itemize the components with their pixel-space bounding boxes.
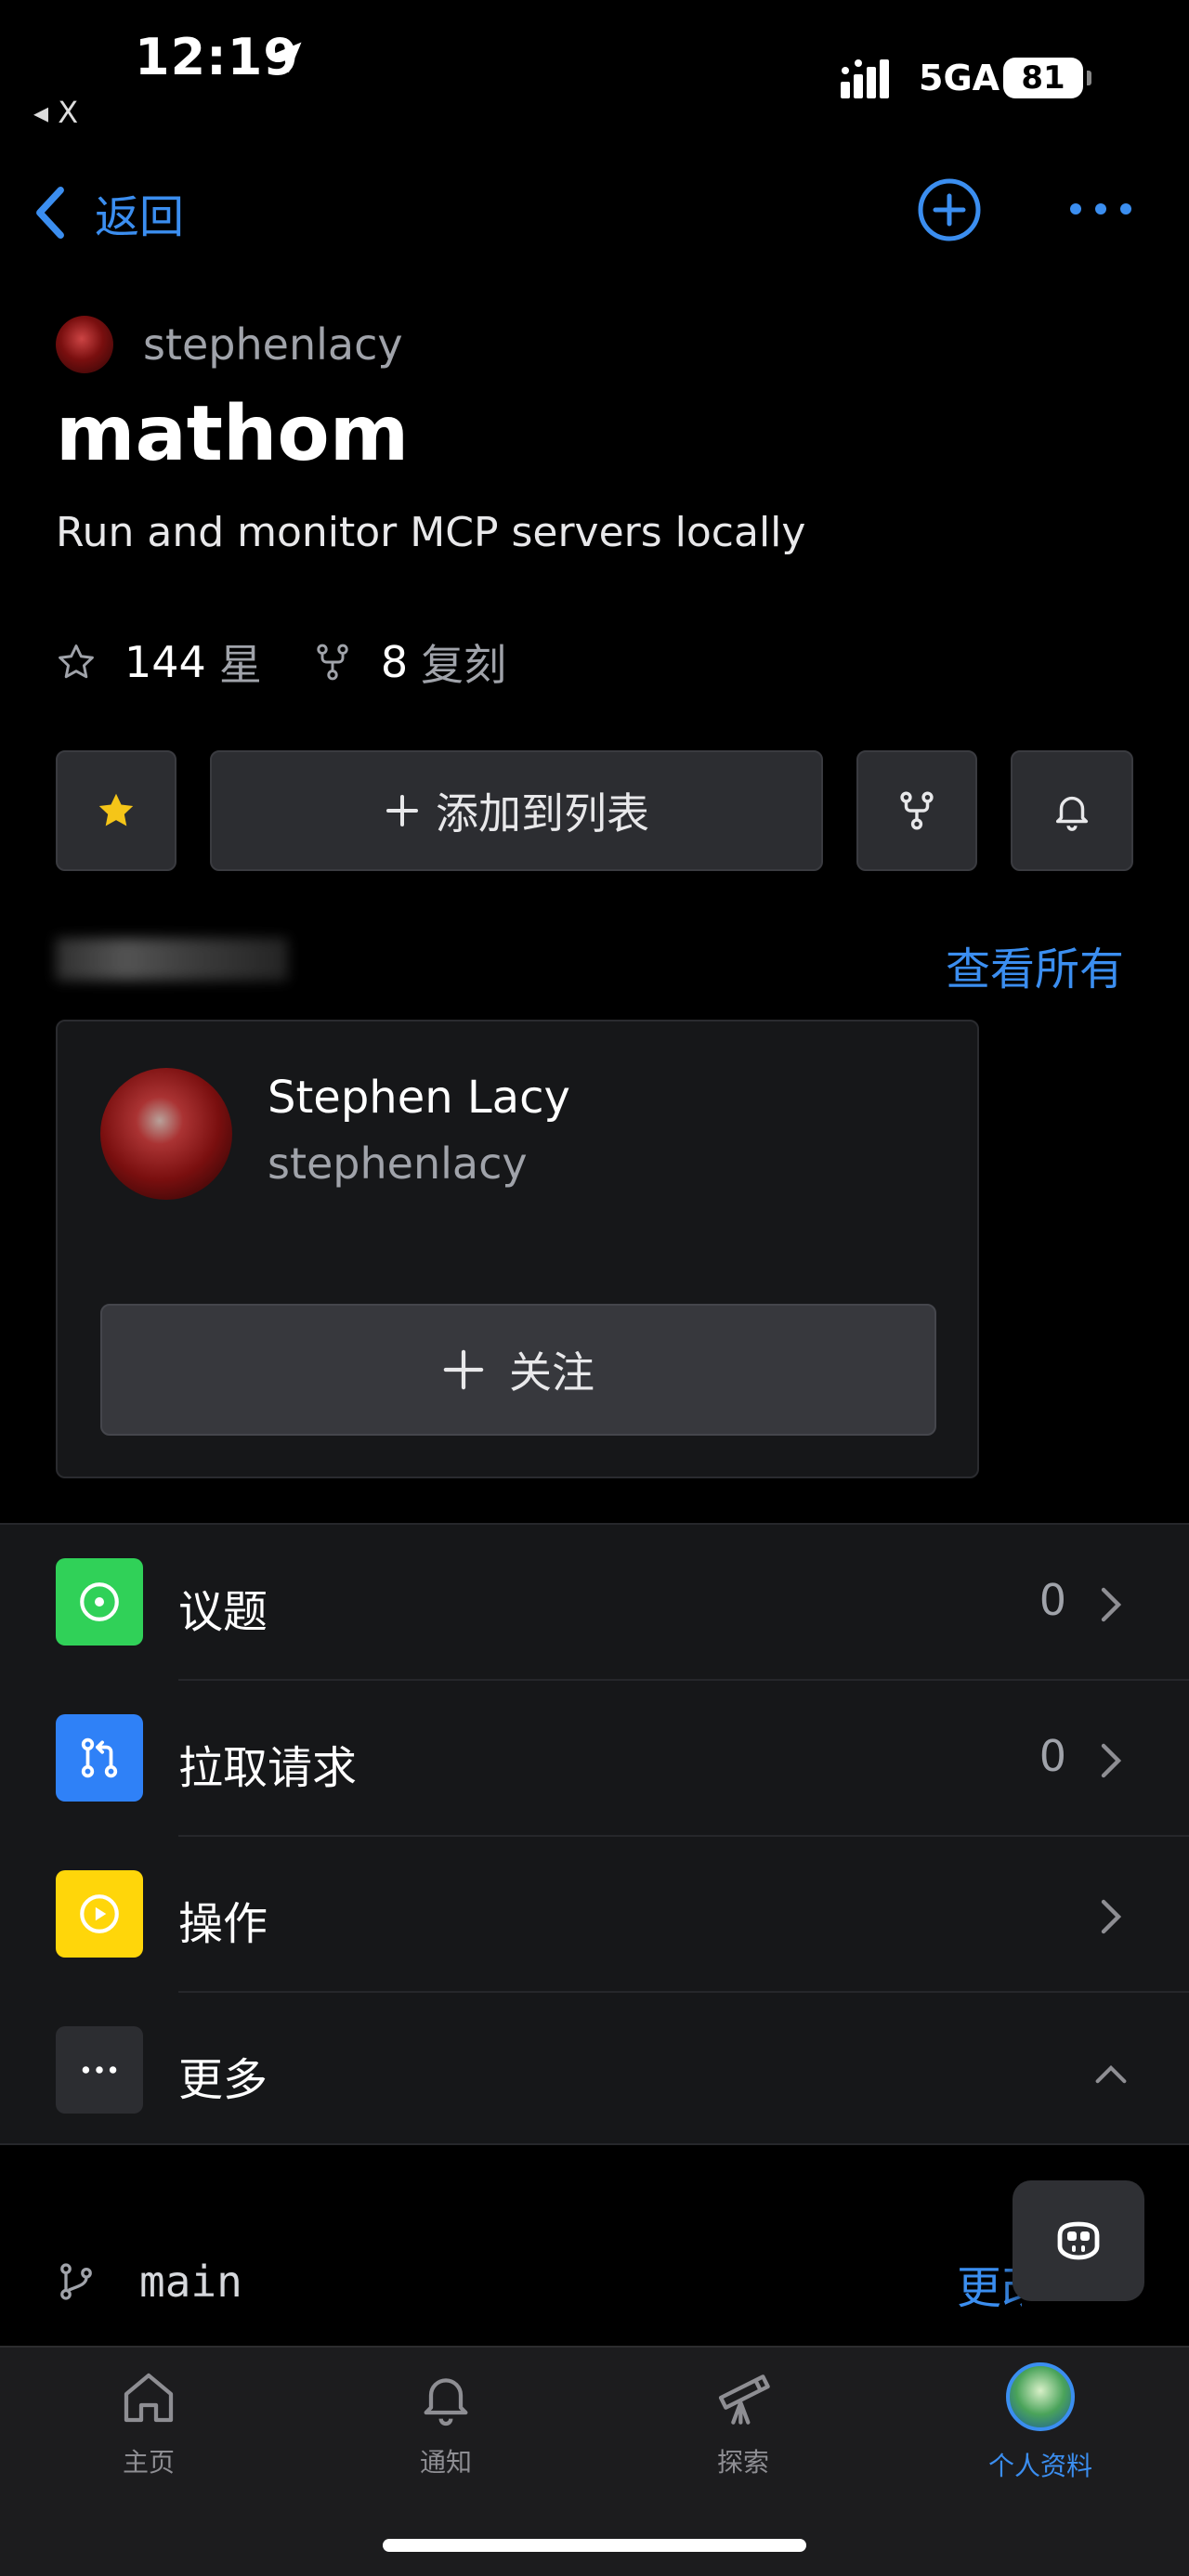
add-to-list-button[interactable]: 添加到列表 xyxy=(210,750,823,871)
contributor-avatar xyxy=(100,1068,232,1200)
tab-label: 通知 xyxy=(419,2447,472,2478)
plus-icon xyxy=(386,795,418,826)
back-label: 返回 xyxy=(95,191,185,243)
issue-icon xyxy=(56,1558,143,1646)
actions-icon xyxy=(56,1870,143,1958)
star-button[interactable] xyxy=(56,750,176,871)
stars-count[interactable]: 144 xyxy=(124,637,206,687)
fork-icon xyxy=(900,791,934,830)
avatar xyxy=(1006,2362,1075,2431)
home-icon xyxy=(124,2373,174,2423)
add-circle-icon[interactable] xyxy=(916,176,983,243)
contributor-card[interactable]: Stephen Lacy stephenlacy 关注 xyxy=(56,1020,979,1478)
tab-label: 个人资料 xyxy=(987,2451,1092,2481)
status-bar: 12:19 ◂ X 5GA 81 xyxy=(0,0,1189,139)
owner-avatar xyxy=(56,316,113,373)
bell-icon xyxy=(424,2378,468,2426)
more-options-icon[interactable] xyxy=(1068,195,1133,223)
menu-label: 拉取请求 xyxy=(178,1742,358,1794)
chevron-right-icon xyxy=(1101,1587,1122,1622)
location-arrow-icon xyxy=(270,42,302,73)
repo-stats: 144 星 8 复刻 xyxy=(56,631,556,693)
menu-item-issues[interactable]: 议题 0 xyxy=(0,1525,1189,1681)
repo-menu-list: 议题 0 拉取请求 0 操作 更多 xyxy=(0,1523,1189,2145)
menu-item-pull-requests[interactable]: 拉取请求 0 xyxy=(0,1681,1189,1837)
contributor-login: stephenlacy xyxy=(268,1138,528,1189)
chevron-up-icon xyxy=(1095,2064,1127,2084)
battery-indicator: 81 xyxy=(1003,58,1091,98)
copilot-button[interactable] xyxy=(1013,2180,1144,2301)
follow-label: 关注 xyxy=(509,1347,594,1398)
menu-item-actions[interactable]: 操作 xyxy=(0,1837,1189,1993)
add-to-list-label: 添加到列表 xyxy=(436,788,649,839)
menu-item-more[interactable]: 更多 xyxy=(0,1993,1189,2149)
view-all-link[interactable]: 查看所有 xyxy=(946,932,1124,997)
forks-label: 复刻 xyxy=(421,640,507,690)
fork-icon xyxy=(317,644,348,681)
branch-name: main xyxy=(139,2257,242,2307)
section-label-blurred xyxy=(56,938,288,981)
chevron-right-icon xyxy=(1101,1743,1122,1778)
menu-count: 0 xyxy=(1039,1575,1066,1625)
stars-label: 星 xyxy=(218,640,262,690)
network-type: 5GA xyxy=(919,58,1000,98)
menu-count: 0 xyxy=(1039,1731,1066,1781)
menu-label: 议题 xyxy=(178,1586,268,1638)
signal-icon xyxy=(841,59,889,98)
plus-icon xyxy=(443,1349,484,1390)
back-to-app-link[interactable]: ◂ X xyxy=(33,95,78,130)
repo-owner[interactable]: stephenlacy xyxy=(56,316,403,373)
repo-title: mathom xyxy=(56,390,410,478)
watch-button[interactable] xyxy=(1011,750,1133,871)
tab-home[interactable]: 主页 xyxy=(56,2368,242,2479)
menu-label: 更多 xyxy=(178,2054,268,2106)
more-icon xyxy=(56,2026,143,2114)
back-button[interactable]: 返回 xyxy=(33,180,184,245)
star-filled-icon xyxy=(98,793,134,826)
contributor-name: Stephen Lacy xyxy=(268,1072,570,1124)
tab-label: 主页 xyxy=(122,2447,175,2478)
tab-explore[interactable]: 探索 xyxy=(650,2368,836,2479)
copilot-icon xyxy=(1057,2221,1100,2260)
branch-selector[interactable]: main xyxy=(56,2257,242,2307)
tab-label: 探索 xyxy=(716,2447,769,2478)
tab-profile[interactable]: 个人资料 xyxy=(947,2362,1133,2483)
branch-icon xyxy=(60,2263,92,2300)
owner-name: stephenlacy xyxy=(143,319,403,370)
menu-label: 操作 xyxy=(178,1898,268,1950)
chevron-right-icon xyxy=(1101,1899,1122,1934)
chevron-left-icon xyxy=(36,187,64,239)
home-indicator[interactable] xyxy=(383,2539,806,2552)
star-outline-icon xyxy=(59,644,94,679)
fork-button[interactable] xyxy=(856,750,977,871)
pull-request-icon xyxy=(56,1714,143,1802)
tab-notifications[interactable]: 通知 xyxy=(353,2368,539,2479)
navigation-bar: 返回 xyxy=(0,167,1189,251)
repo-description: Run and monitor MCP servers locally xyxy=(56,509,806,556)
forks-count[interactable]: 8 xyxy=(381,637,408,687)
telescope-icon xyxy=(718,2374,770,2425)
follow-button[interactable]: 关注 xyxy=(100,1304,936,1436)
bell-icon xyxy=(1055,796,1089,831)
